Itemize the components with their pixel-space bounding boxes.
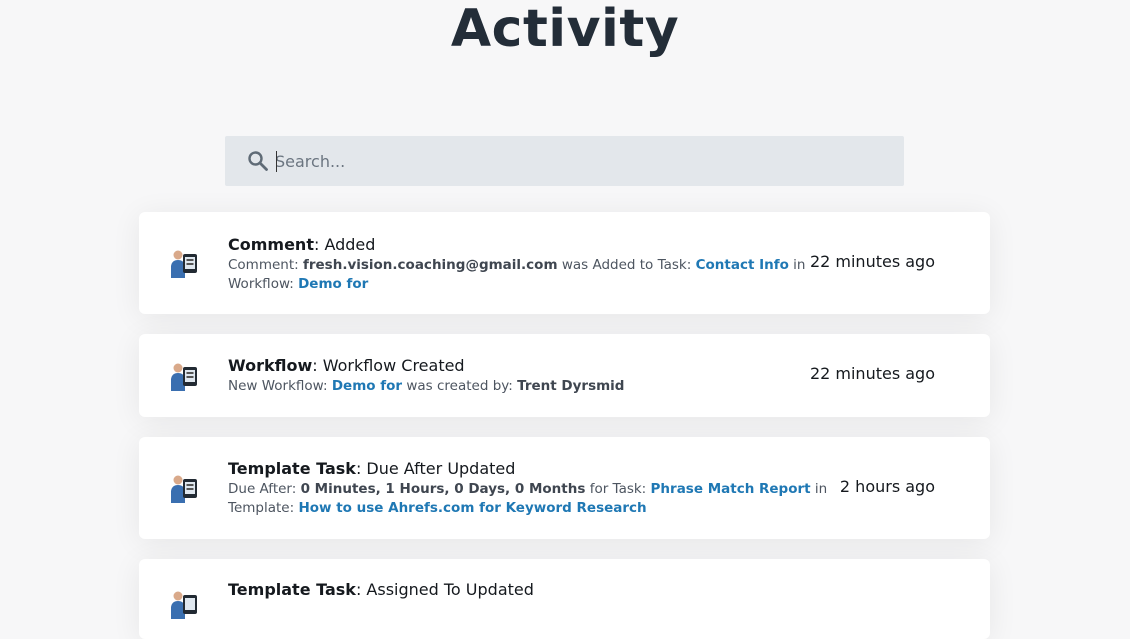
activity-item: Template Task: Due After Updated Due Aft… — [139, 437, 990, 539]
desc-text: New Workflow: — [228, 378, 332, 394]
activity-type: Template Task — [228, 459, 356, 478]
activity-time: 2 hours ago — [839, 477, 935, 496]
workflow-link[interactable]: Demo for — [332, 378, 402, 394]
activity-description: Due After: 0 Minutes, 1 Hours, 0 Days, 0… — [228, 480, 828, 518]
activity-type: Comment — [228, 235, 314, 254]
avatar — [169, 361, 199, 391]
search-box[interactable] — [225, 136, 904, 186]
task-link[interactable]: Phrase Match Report — [651, 481, 811, 497]
text-cursor — [276, 151, 277, 172]
task-link[interactable]: Contact Info — [696, 257, 789, 273]
activity-item: Comment: Added Comment: fresh.vision.coa… — [139, 212, 990, 314]
desc-text: was created by: — [402, 378, 518, 394]
activity-action: : Assigned To Updated — [355, 580, 534, 599]
activity-time: 22 minutes ago — [809, 364, 935, 383]
template-link[interactable]: How to use Ahrefs.com for Keyword Resear… — [298, 500, 646, 516]
comment-author-email: fresh.vision.coaching@gmail.com — [302, 257, 558, 273]
activity-action: : Added — [313, 235, 376, 254]
activity-type: Template Task — [228, 580, 356, 599]
activity-time: 22 minutes ago — [809, 252, 935, 271]
activity-title: Workflow: Workflow Created — [228, 355, 828, 377]
workflow-link[interactable]: Demo for — [298, 276, 368, 292]
desc-text: Due After: — [228, 481, 301, 497]
activity-description: New Workflow: Demo for was created by: T… — [228, 377, 828, 396]
desc-text: Comment: — [228, 257, 303, 273]
activity-type: Workflow — [228, 356, 313, 375]
page-title: Activity — [450, 0, 680, 59]
search-input[interactable] — [275, 136, 885, 186]
activity-title: Template Task: Due After Updated — [228, 458, 828, 480]
activity-item: Template Task: Assigned To Updated — [139, 559, 990, 639]
avatar — [169, 589, 199, 619]
desc-text: was Added to Task: — [557, 257, 696, 273]
activity-action: : Due After Updated — [355, 459, 516, 478]
creator-name: Trent Dyrsmid — [517, 378, 625, 394]
activity-description: Comment: fresh.vision.coaching@gmail.com… — [228, 256, 828, 294]
desc-text: for Task: — [585, 481, 651, 497]
activity-title: Comment: Added — [228, 234, 828, 256]
activity-action: : Workflow Created — [312, 356, 465, 375]
due-after-value: 0 Minutes, 1 Hours, 0 Days, 0 Months — [300, 481, 586, 497]
activity-title: Template Task: Assigned To Updated — [228, 579, 828, 601]
avatar — [169, 473, 199, 503]
activity-item: Workflow: Workflow Created New Workflow:… — [139, 334, 990, 417]
search-icon — [247, 150, 269, 172]
avatar — [169, 248, 199, 278]
